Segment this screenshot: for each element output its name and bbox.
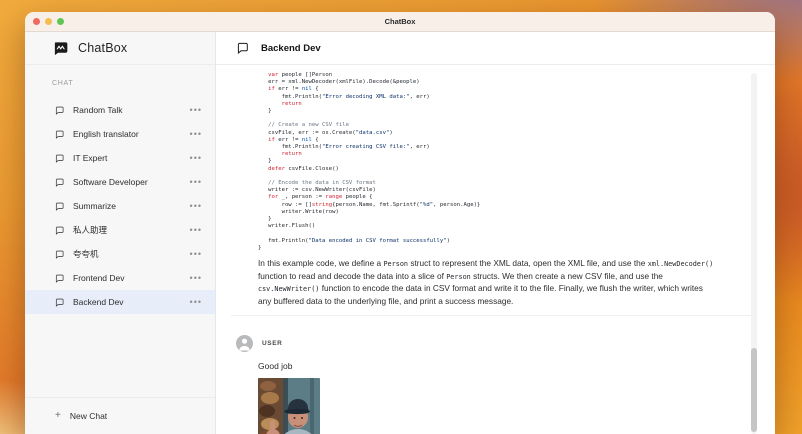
more-options-icon[interactable]: ••• <box>190 249 202 259</box>
chatbox-logo-icon <box>53 41 68 56</box>
sidebar-item-label: Backend Dev <box>73 297 124 307</box>
sidebar-item-label: 私人助理 <box>73 225 108 235</box>
minimize-window-button[interactable] <box>45 18 52 25</box>
more-options-icon[interactable]: ••• <box>190 153 202 163</box>
app-name: ChatBox <box>78 41 128 55</box>
sidebar-item-label: Random Talk <box>73 105 123 115</box>
chatbox-window: ChatBox ChatBox CHAT Random Talk ••• Engli… <box>25 12 775 434</box>
user-message-text: Good job <box>258 361 293 372</box>
sidebar-item-label: Software Developer <box>73 177 148 187</box>
sidebar-item-random-talk[interactable]: Random Talk ••• <box>25 98 215 122</box>
more-options-icon[interactable]: ••• <box>190 177 202 187</box>
sidebar-item-label: 夸夸机 <box>73 249 99 259</box>
conversation-panel: Backend Dev var people []Person err = xm… <box>216 32 775 434</box>
scrollbar-thumb[interactable] <box>751 348 757 432</box>
sidebar-item-english-translator[interactable]: English translator ••• <box>25 122 215 146</box>
zoom-window-button[interactable] <box>57 18 64 25</box>
new-chat-button[interactable]: + New Chat <box>25 397 215 434</box>
sidebar-item-summarize[interactable]: Summarize ••• <box>25 194 215 218</box>
sidebar: ChatBox CHAT Random Talk ••• English trans… <box>25 32 216 434</box>
sidebar-item-software-developer[interactable]: Software Developer ••• <box>25 170 215 194</box>
window-body: ChatBox CHAT Random Talk ••• English trans… <box>25 32 775 434</box>
traffic-lights <box>33 12 64 31</box>
sidebar-item-夸夸机[interactable]: 夸夸机 ••• <box>25 242 215 266</box>
conversation-bubble-icon <box>236 42 249 54</box>
user-avatar <box>236 335 253 353</box>
sidebar-item-backend-dev[interactable]: Backend Dev ••• <box>25 290 215 314</box>
window-titlebar[interactable]: ChatBox <box>25 12 775 32</box>
sidebar-item-label: IT Expert <box>73 153 108 163</box>
window-title: ChatBox <box>384 17 416 26</box>
plus-icon: + <box>55 410 61 421</box>
user-attachment-image[interactable] <box>258 378 320 434</box>
sidebar-item-label: English translator <box>73 129 139 139</box>
sidebar-item-frontend-dev[interactable]: Frontend Dev ••• <box>25 266 215 290</box>
assistant-paragraph: In this example code, we define a Person… <box>258 258 714 306</box>
sidebar-header: ChatBox <box>25 32 215 65</box>
conversation-header: Backend Dev <box>216 32 775 65</box>
close-window-button[interactable] <box>33 18 40 25</box>
chat-bubble-icon <box>55 106 64 115</box>
code-block[interactable]: var people []Person err = xml.NewDecoder… <box>258 72 775 252</box>
chat-bubble-icon <box>55 274 64 283</box>
chat-bubble-icon <box>55 202 64 211</box>
chat-list: Random Talk ••• English translator ••• IT Ex… <box>25 98 215 434</box>
chat-bubble-icon <box>55 250 64 259</box>
chat-section-label: CHAT <box>52 80 74 87</box>
conversation-title: Backend Dev <box>261 42 321 54</box>
more-options-icon[interactable]: ••• <box>190 129 202 139</box>
more-options-icon[interactable]: ••• <box>190 297 202 307</box>
chat-bubble-icon <box>55 226 64 235</box>
chat-bubble-icon <box>55 298 64 307</box>
user-role-label: USER <box>262 340 283 348</box>
message-scroll-area[interactable]: var people []Person err = xml.NewDecoder… <box>216 65 775 434</box>
chat-bubble-icon <box>55 154 64 163</box>
sidebar-item-私人助理[interactable]: 私人助理 ••• <box>25 218 215 242</box>
sidebar-item-it-expert[interactable]: IT Expert ••• <box>25 146 215 170</box>
more-options-icon[interactable]: ••• <box>190 105 202 115</box>
more-options-icon[interactable]: ••• <box>190 273 202 283</box>
new-chat-label: New Chat <box>69 411 108 421</box>
more-options-icon[interactable]: ••• <box>190 201 202 211</box>
chat-bubble-icon <box>55 130 64 139</box>
chat-bubble-icon <box>55 178 64 187</box>
user-message-header: USER <box>236 335 775 353</box>
sidebar-item-label: Summarize <box>73 201 116 211</box>
desktop-wallpaper: ChatBox ChatBox CHAT Random Talk ••• Engli… <box>0 0 802 434</box>
message-divider <box>231 315 757 317</box>
sidebar-item-label: Frontend Dev <box>73 273 125 283</box>
scrollbar[interactable] <box>751 73 757 434</box>
more-options-icon[interactable]: ••• <box>190 225 202 235</box>
